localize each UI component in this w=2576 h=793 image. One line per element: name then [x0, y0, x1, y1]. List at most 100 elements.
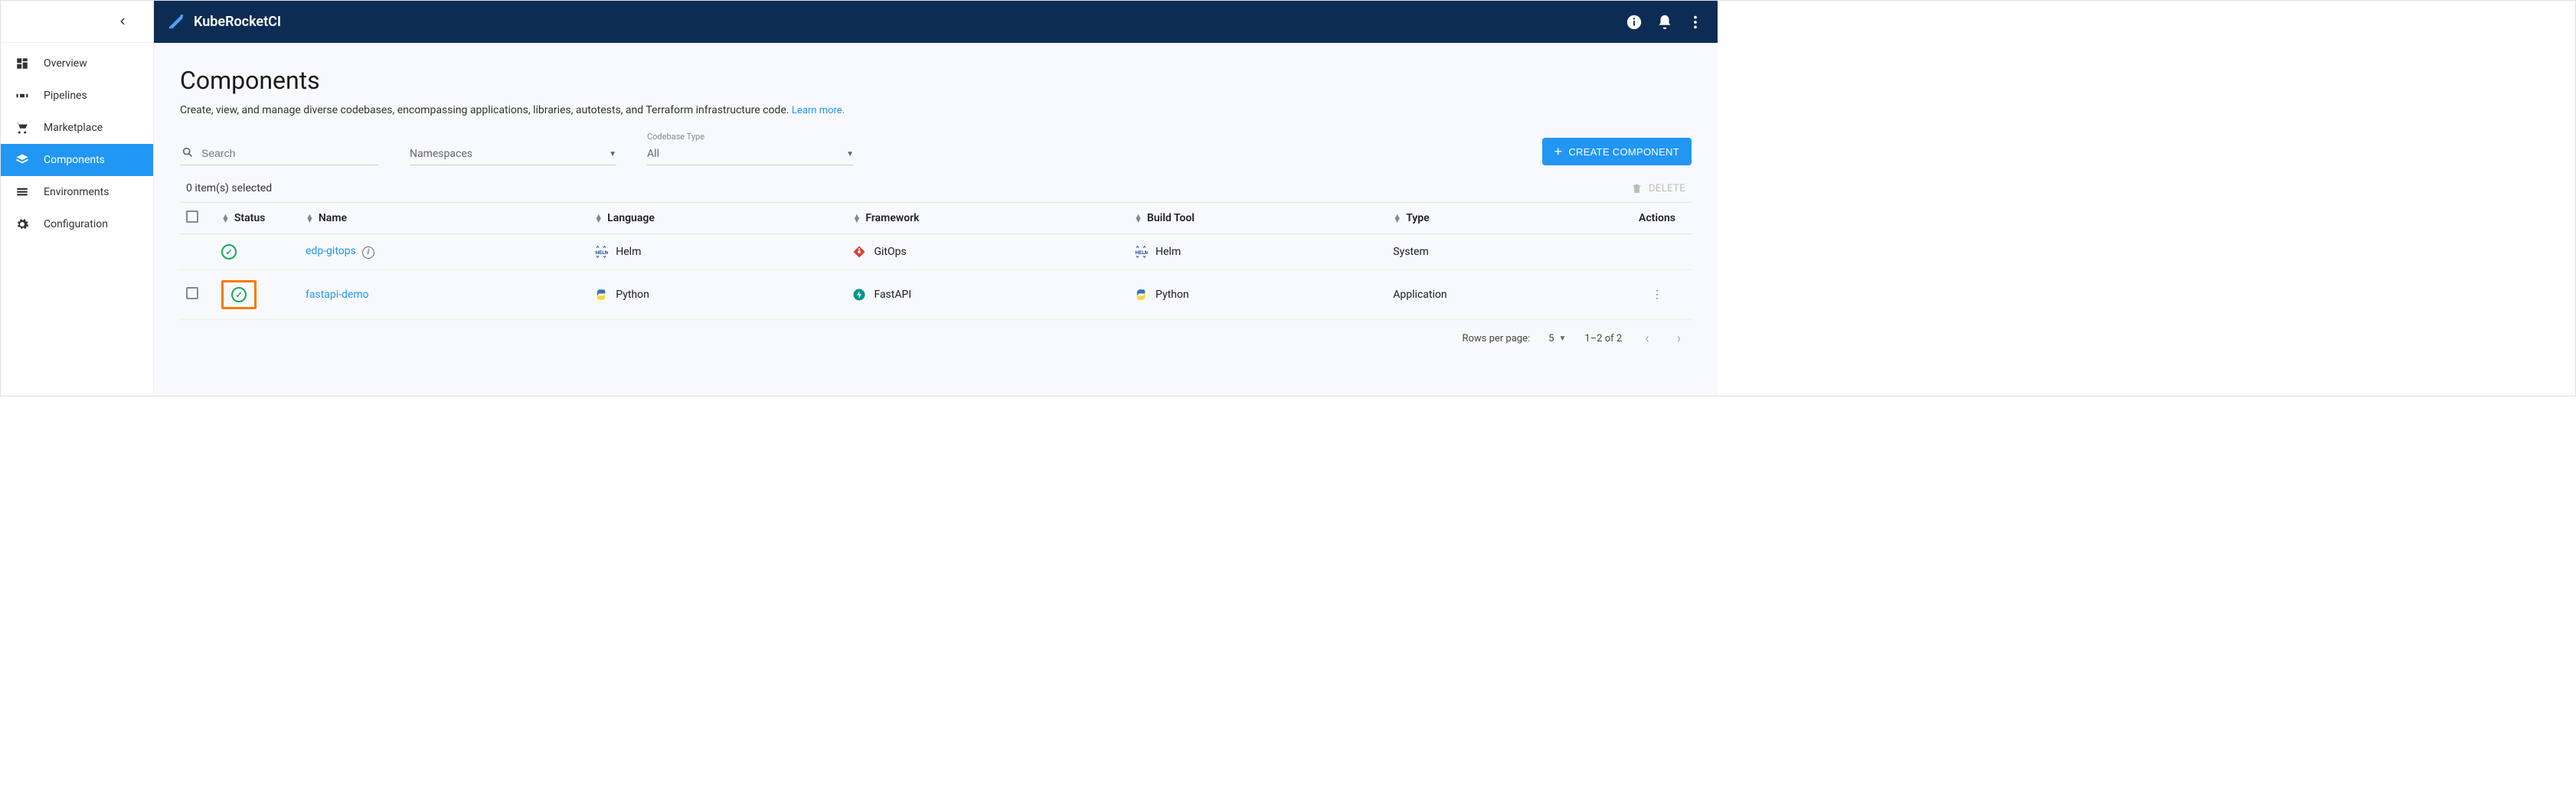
- prev-page-icon[interactable]: ‹: [1640, 331, 1653, 347]
- sort-icon[interactable]: ▲▼: [1393, 214, 1401, 222]
- main-area: KubeRocketCI Components Create, view, an…: [154, 1, 1718, 396]
- gear-icon: [15, 217, 30, 232]
- layers-icon: [15, 152, 30, 168]
- sidebar-item-configuration[interactable]: Configuration: [1, 208, 153, 240]
- sort-icon[interactable]: ▲▼: [594, 214, 603, 222]
- component-name-link[interactable]: edp-gitops: [306, 245, 356, 257]
- kebab-menu-icon[interactable]: [1687, 14, 1704, 31]
- fastapi-icon: [852, 288, 866, 302]
- delete-button: DELETE: [1631, 183, 1685, 194]
- gitops-icon: [852, 245, 866, 259]
- row-checkbox[interactable]: [186, 287, 198, 299]
- topbar-actions: [1626, 14, 1704, 31]
- helm-icon: HELM: [594, 245, 608, 259]
- page-title: Components: [180, 66, 1692, 95]
- sort-icon[interactable]: ▲▼: [221, 214, 230, 222]
- status-ok-icon: ✓: [221, 244, 237, 259]
- build-tool-label: Python: [1156, 289, 1189, 301]
- search-input-wrapper: [180, 141, 379, 165]
- page-subtitle-text: Create, view, and manage diverse codebas…: [180, 104, 789, 116]
- brand[interactable]: KubeRocketCI: [168, 14, 281, 31]
- sidebar-collapse-icon[interactable]: [115, 14, 130, 29]
- python-icon: [1134, 288, 1148, 302]
- sort-icon[interactable]: ▲▼: [306, 214, 314, 222]
- create-button-label: CREATE COMPONENT: [1568, 146, 1679, 158]
- bell-icon[interactable]: [1656, 14, 1673, 31]
- framework-label: GitOps: [874, 246, 906, 258]
- chevron-down-icon: ▼: [1558, 334, 1566, 343]
- namespaces-label: Namespaces: [410, 148, 472, 160]
- paginator: Rows per page: 5 ▼ 1–2 of 2 ‹ ›: [180, 320, 1692, 350]
- component-name-link[interactable]: fastapi-demo: [306, 289, 369, 301]
- page-subtitle: Create, view, and manage diverse codebas…: [180, 104, 1692, 116]
- col-type: Type: [1406, 212, 1429, 224]
- content: Components Create, view, and manage dive…: [154, 43, 1718, 396]
- col-name: Name: [319, 212, 347, 224]
- sidebar-item-marketplace[interactable]: Marketplace: [1, 112, 153, 144]
- search-input[interactable]: [201, 147, 379, 159]
- codebase-type-value: All: [647, 148, 659, 160]
- topbar: KubeRocketCI: [154, 1, 1718, 43]
- chevron-down-icon: ▼: [609, 150, 616, 158]
- plus-icon: +: [1554, 145, 1563, 158]
- sort-icon[interactable]: ▲▼: [852, 214, 861, 222]
- sidebar-item-label: Environments: [44, 186, 109, 198]
- namespaces-select[interactable]: Namespaces ▼: [410, 143, 616, 165]
- next-page-icon[interactable]: ›: [1672, 331, 1685, 347]
- rows-per-page-select[interactable]: 5 ▼: [1548, 333, 1566, 344]
- svg-text:HELM: HELM: [1136, 250, 1149, 256]
- sidebar-nav: Overview Pipelines Marketplace Component…: [1, 43, 153, 240]
- trash-icon: [1631, 183, 1643, 194]
- status-ok-icon: ✓: [231, 287, 247, 302]
- create-component-button[interactable]: + CREATE COMPONENT: [1542, 138, 1692, 165]
- info-icon[interactable]: [1626, 14, 1643, 31]
- language-label: Python: [616, 289, 649, 301]
- helm-icon: HELM: [1134, 245, 1148, 259]
- table-row: ✓ edp-gitops i HELM Helm GitOps HELM Helm S…: [180, 234, 1692, 270]
- brand-logo-icon: [168, 14, 185, 31]
- codebase-type-select[interactable]: All ▼: [647, 143, 854, 165]
- type-label: Application: [1393, 289, 1447, 301]
- cart-icon: [15, 120, 30, 135]
- python-icon: [594, 288, 608, 302]
- dashboard-icon: [15, 56, 30, 71]
- sidebar-item-components[interactable]: Components: [1, 144, 153, 176]
- selection-bar: 0 item(s) selected DELETE: [180, 178, 1692, 202]
- language-label: Helm: [616, 246, 641, 258]
- sidebar-item-label: Overview: [44, 57, 87, 70]
- sidebar-item-label: Pipelines: [44, 90, 87, 102]
- info-icon[interactable]: i: [362, 246, 374, 259]
- sort-icon[interactable]: ▲▼: [1134, 214, 1143, 222]
- brand-name: KubeRocketCI: [194, 14, 281, 30]
- rows-per-page-label: Rows per page:: [1462, 333, 1530, 344]
- svg-text:HELM: HELM: [596, 250, 609, 256]
- app-shell: Overview Pipelines Marketplace Component…: [0, 0, 2576, 396]
- status-highlighted: ✓: [221, 280, 257, 309]
- blank-pane: [1718, 1, 2575, 396]
- col-build-tool: Build Tool: [1147, 212, 1195, 224]
- build-tool-label: Helm: [1156, 246, 1181, 258]
- sidebar-item-environments[interactable]: Environments: [1, 176, 153, 208]
- col-language: Language: [607, 212, 655, 224]
- col-actions: Actions: [1639, 212, 1675, 224]
- col-framework: Framework: [865, 212, 919, 224]
- sidebar-item-pipelines[interactable]: Pipelines: [1, 80, 153, 112]
- select-all-checkbox[interactable]: [186, 210, 198, 223]
- chevron-down-icon: ▼: [846, 150, 854, 158]
- page-range: 1–2 of 2: [1584, 333, 1622, 344]
- table-row: ✓ fastapi-demo Python FastAPI Python App…: [180, 270, 1692, 320]
- delete-label: DELETE: [1649, 183, 1685, 194]
- sidebar-top: [1, 1, 153, 43]
- sidebar-item-label: Components: [44, 154, 105, 166]
- learn-more-link[interactable]: Learn more.: [792, 105, 845, 116]
- segments-icon: [15, 184, 30, 200]
- rows-per-page-value: 5: [1548, 333, 1554, 344]
- type-label: System: [1393, 246, 1428, 258]
- row-kebab-menu[interactable]: ⋮: [1623, 270, 1692, 320]
- components-table: ▲▼Status ▲▼Name ▲▼Language ▲▼Framework ▲…: [180, 202, 1692, 320]
- search-icon: [181, 146, 194, 162]
- sidebar-item-label: Configuration: [44, 218, 108, 230]
- selection-count: 0 item(s) selected: [186, 182, 272, 194]
- sidebar-item-overview[interactable]: Overview: [1, 47, 153, 80]
- pipelines-icon: [15, 88, 30, 103]
